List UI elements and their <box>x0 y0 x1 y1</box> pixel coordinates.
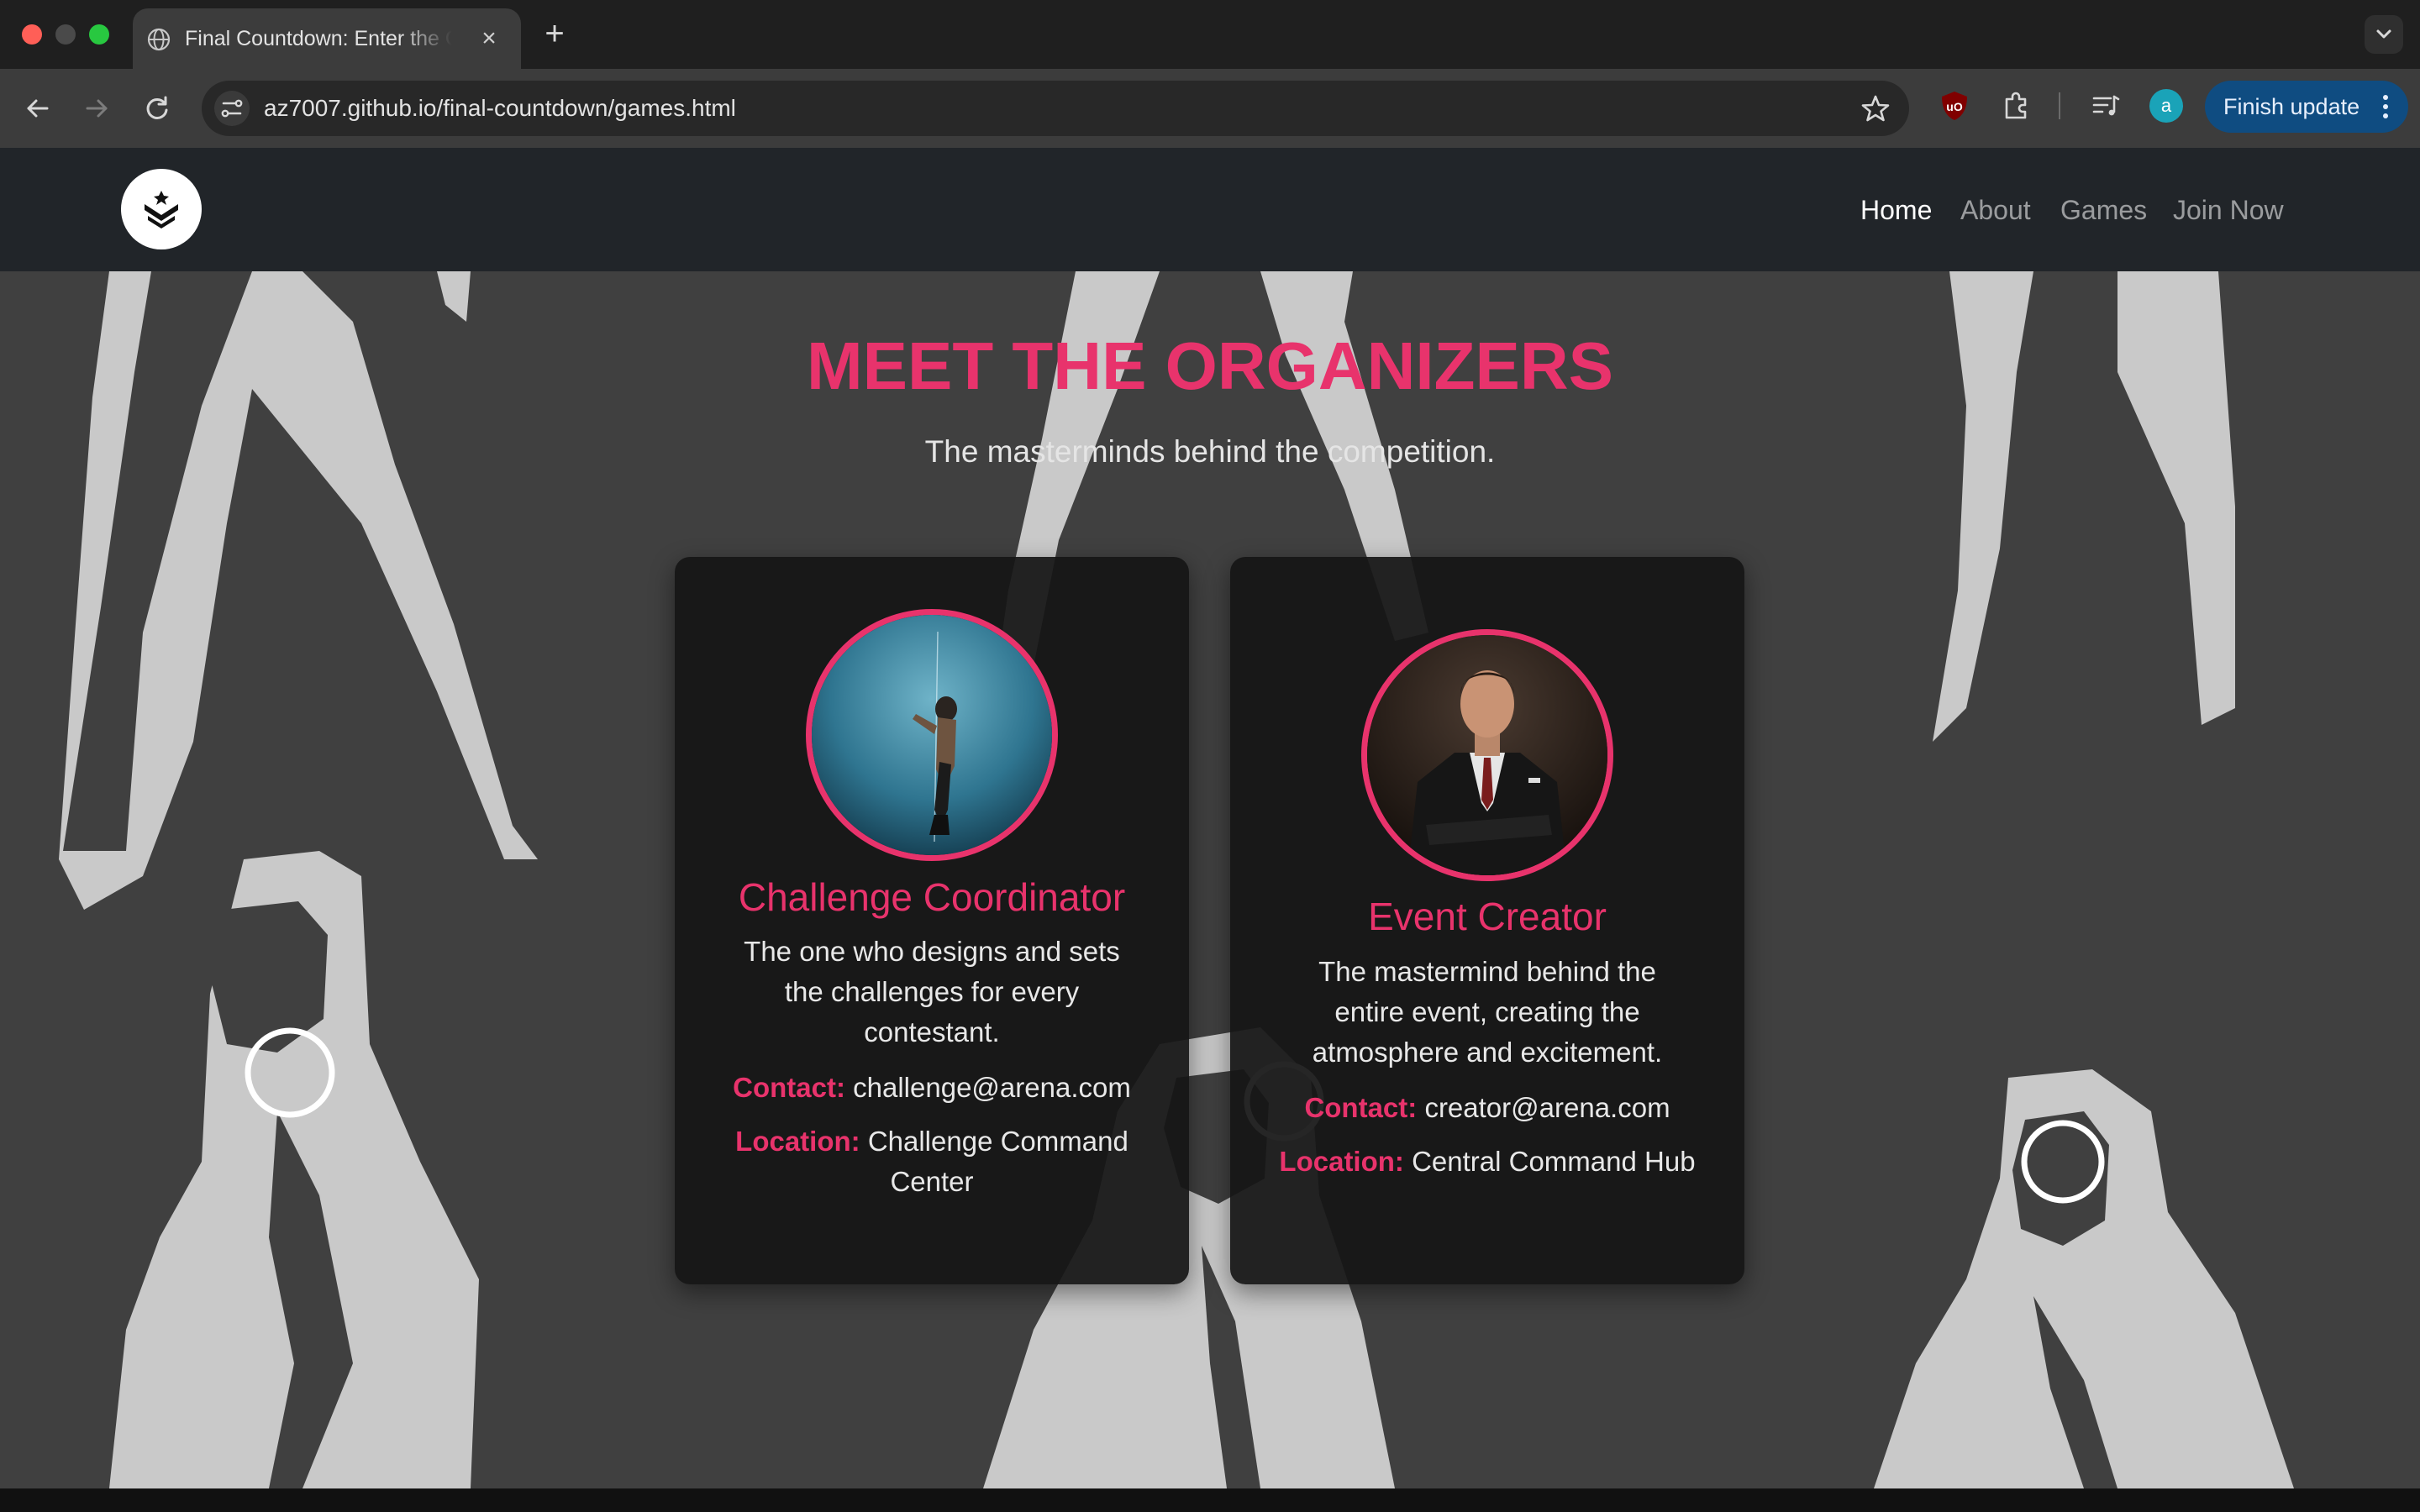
nav-link-home[interactable]: Home <box>1860 190 1932 230</box>
browser-window: Final Countdown: Enter the Games × + <box>0 0 2420 1512</box>
back-icon <box>27 99 49 118</box>
window-bottom-edge <box>0 1488 2420 1512</box>
nav-link-games[interactable]: Games <box>2060 190 2147 230</box>
minimize-window-button[interactable] <box>55 24 76 45</box>
location-label: Location: <box>735 1126 860 1157</box>
location-value: Challenge Command Center <box>867 1126 1128 1197</box>
page-viewport: Home About Games Join Now MEET THE ORGAN… <box>0 148 2420 1488</box>
organizer-title: Challenge Coordinator <box>738 875 1126 919</box>
tab-title: Final Countdown: Enter the Games <box>185 27 452 50</box>
section-title: MEET THE ORGANIZERS <box>806 328 1614 403</box>
organizer-description: The mastermind behind the entire event, … <box>1312 956 1663 1068</box>
finish-update-label: Finish update <box>2223 94 2360 119</box>
tab-search-button[interactable] <box>2365 15 2403 54</box>
reload-icon <box>146 96 168 119</box>
site-logo[interactable] <box>121 169 202 249</box>
organizer-location: Location: Central Command Hub <box>1255 1142 1719 1182</box>
tab-strip: Final Countdown: Enter the Games × + <box>0 0 2420 69</box>
finish-update-button[interactable]: Finish update <box>2205 81 2408 133</box>
organizer-description: The one who designs and sets the challen… <box>744 936 1120 1047</box>
browser-toolbar: az7007.github.io/final-countdown/games.h… <box>0 69 2420 148</box>
location-value: Central Command Hub <box>1412 1146 1696 1177</box>
address-bar[interactable]: az7007.github.io/final-countdown/games.h… <box>202 81 1909 136</box>
nav-link-join-now[interactable]: Join Now <box>2173 190 2284 230</box>
organizer-photo-diver <box>806 609 1058 861</box>
media-control-icon[interactable] <box>2089 89 2123 123</box>
new-tab-button[interactable]: + <box>538 17 571 50</box>
star-icon[interactable] <box>1860 93 1891 123</box>
close-window-button[interactable] <box>22 24 42 45</box>
forward-icon <box>86 99 108 118</box>
url-text[interactable]: az7007.github.io/final-countdown/games.h… <box>264 92 736 125</box>
chevron-badge-icon <box>145 191 178 228</box>
organizer-title: Event Creator <box>1368 895 1607 938</box>
organizer-location: Location: Challenge Command Center <box>730 1121 1134 1202</box>
organizer-card-challenge-coordinator: Challenge Coordinator The one who design… <box>675 557 1189 1284</box>
organizer-contact: Contact: challenge@arena.com <box>700 1068 1164 1108</box>
back-button[interactable] <box>18 89 57 128</box>
kebab-icon <box>2383 95 2388 118</box>
location-label: Location: <box>1279 1146 1404 1177</box>
globe-icon <box>147 28 171 51</box>
svg-text:uO: uO <box>1946 100 1963 113</box>
ublock-icon[interactable]: uO <box>1938 89 1971 123</box>
organizer-card-event-creator: Event Creator The mastermind behind the … <box>1230 557 1744 1284</box>
site-navbar: Home About Games Join Now <box>0 148 2420 271</box>
chevron-down-icon <box>2376 29 2391 39</box>
reload-button[interactable] <box>138 89 176 128</box>
contact-email: challenge@arena.com <box>853 1072 1131 1103</box>
profile-avatar[interactable]: a <box>2149 89 2183 123</box>
contact-email: creator@arena.com <box>1424 1092 1670 1123</box>
organizer-photo-suit <box>1361 629 1613 881</box>
contact-label: Contact: <box>733 1072 845 1103</box>
tab-close-button[interactable]: × <box>476 25 502 52</box>
site-info-icon[interactable] <box>213 90 250 127</box>
zoom-window-button[interactable] <box>89 24 109 45</box>
organizer-contact: Contact: creator@arena.com <box>1255 1088 1719 1128</box>
puzzle-icon[interactable] <box>2000 89 2033 123</box>
tab-active[interactable]: Final Countdown: Enter the Games × <box>133 8 521 69</box>
nav-link-about[interactable]: About <box>1960 190 2031 230</box>
section-subtitle: The masterminds behind the competition. <box>924 434 1496 469</box>
toolbar-separator <box>2059 92 2060 119</box>
contact-label: Contact: <box>1304 1092 1418 1123</box>
forward-button[interactable] <box>77 89 116 128</box>
